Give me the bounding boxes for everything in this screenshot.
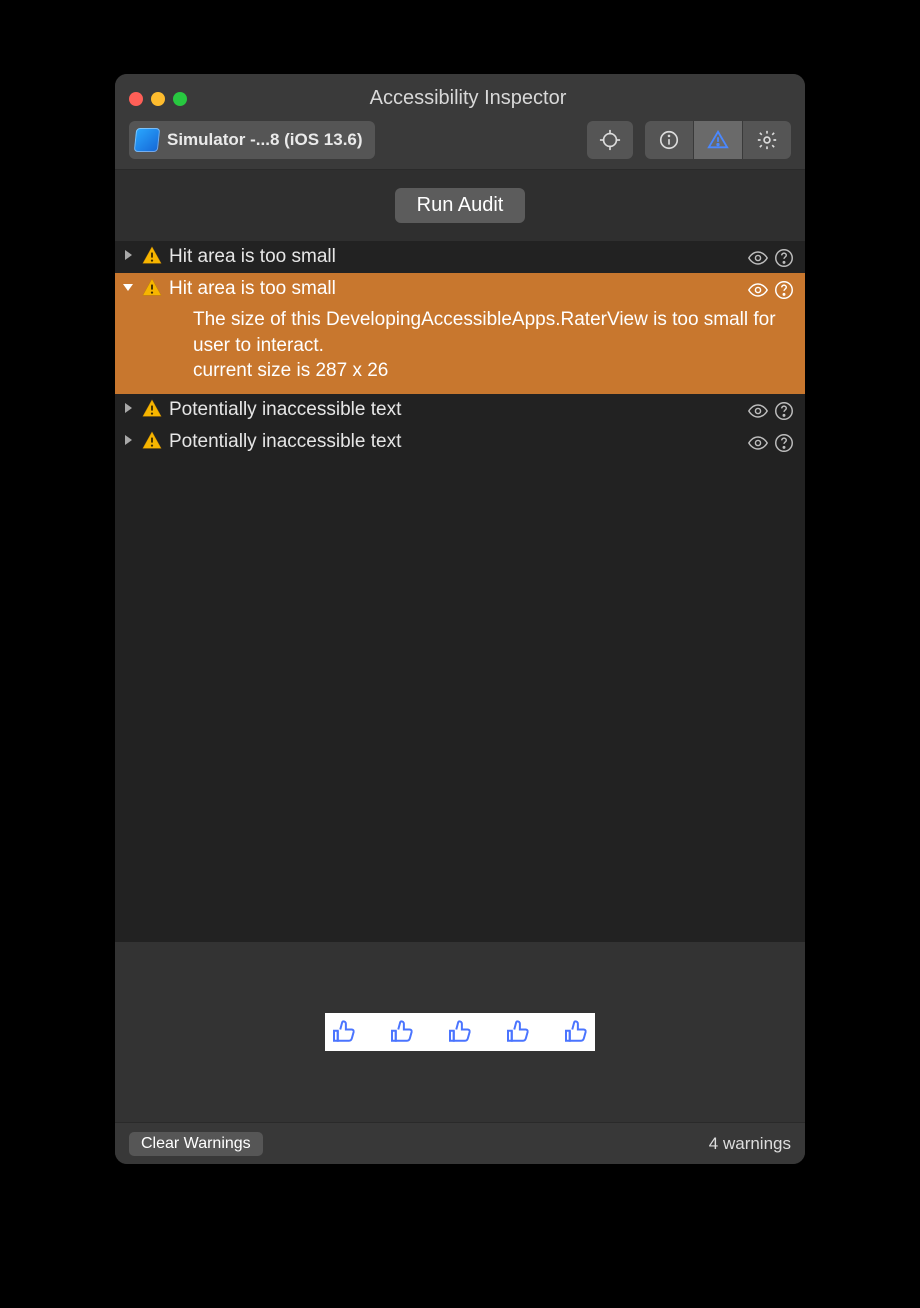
issue-row[interactable]: Potentially inaccessible text: [115, 394, 805, 426]
mode-segmented-control: [645, 121, 791, 159]
target-picker-button[interactable]: [587, 121, 633, 159]
issue-row[interactable]: Hit area is too small: [115, 241, 805, 273]
warning-icon: [141, 245, 163, 267]
rater-view-preview: [325, 1013, 595, 1051]
reveal-icon[interactable]: [747, 247, 769, 269]
issue-detail: The size of this DevelopingAccessibleApp…: [115, 305, 805, 394]
reveal-icon[interactable]: [747, 279, 769, 301]
disclosure-triangle-icon[interactable]: [121, 398, 135, 414]
info-icon: [658, 129, 680, 151]
issue-title: Hit area is too small: [169, 245, 741, 268]
help-icon[interactable]: [773, 279, 795, 301]
thumbs-up-icon: [445, 1017, 475, 1047]
footer: Clear Warnings 4 warnings: [115, 1122, 805, 1164]
issue-title: Potentially inaccessible text: [169, 430, 741, 453]
target-selector[interactable]: Simulator -...8 (iOS 13.6): [129, 121, 375, 159]
warning-icon: [141, 277, 163, 299]
thumbs-up-icon: [561, 1017, 591, 1047]
warning-count-label: 4 warnings: [709, 1134, 791, 1154]
inspection-tab[interactable]: [645, 121, 693, 159]
simulator-icon: [134, 128, 161, 152]
warning-triangle-icon: [707, 129, 729, 151]
help-icon[interactable]: [773, 400, 795, 422]
issue-title: Hit area is too small: [169, 277, 741, 300]
element-preview: [115, 942, 805, 1122]
run-audit-button[interactable]: Run Audit: [395, 188, 526, 223]
issue-row[interactable]: Potentially inaccessible text: [115, 426, 805, 458]
settings-tab[interactable]: [743, 121, 791, 159]
thumbs-up-icon: [387, 1017, 417, 1047]
issue-row[interactable]: Hit area is too small: [115, 273, 805, 305]
gear-icon: [756, 129, 778, 151]
titlebar: Accessibility Inspector Simulator -...8 …: [115, 74, 805, 170]
toolbar: Simulator -...8 (iOS 13.6): [129, 121, 791, 159]
reveal-icon[interactable]: [747, 400, 769, 422]
warning-icon: [141, 398, 163, 420]
warning-icon: [141, 430, 163, 452]
help-icon[interactable]: [773, 432, 795, 454]
audit-tab[interactable]: [694, 121, 742, 159]
window-title: Accessibility Inspector: [145, 87, 791, 110]
close-window-button[interactable]: [129, 92, 143, 106]
disclosure-triangle-icon[interactable]: [121, 277, 135, 293]
issue-title: Potentially inaccessible text: [169, 398, 741, 421]
audit-bar: Run Audit: [115, 170, 805, 241]
disclosure-triangle-icon[interactable]: [121, 245, 135, 261]
titlebar-top: Accessibility Inspector: [129, 84, 791, 113]
reveal-icon[interactable]: [747, 432, 769, 454]
help-icon[interactable]: [773, 247, 795, 269]
inspector-window: Accessibility Inspector Simulator -...8 …: [115, 74, 805, 1164]
target-label: Simulator -...8 (iOS 13.6): [167, 130, 363, 150]
clear-warnings-button[interactable]: Clear Warnings: [129, 1132, 263, 1156]
crosshair-icon: [599, 129, 621, 151]
thumbs-up-icon: [503, 1017, 533, 1047]
thumbs-up-icon: [329, 1017, 359, 1047]
issues-list: Hit area is too small Hit area is too sma…: [115, 241, 805, 942]
disclosure-triangle-icon[interactable]: [121, 430, 135, 446]
